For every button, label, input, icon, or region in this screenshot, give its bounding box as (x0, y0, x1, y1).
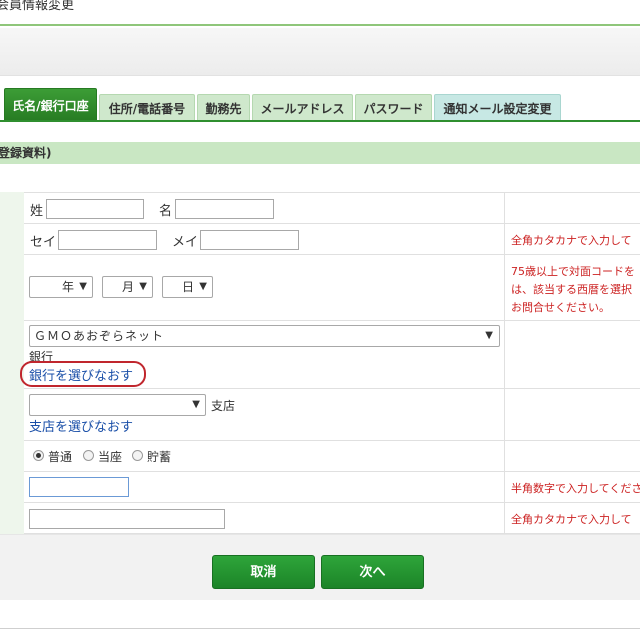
tab-bar: 氏名/銀行口座 住所/電話番号 勤務先 メールアドレス パスワード 通知メール設… (0, 86, 640, 122)
kana-note: 全角カタカナで入力して (511, 234, 632, 247)
bank-selected-value: ＧＭＯあおぞらネット (34, 329, 165, 343)
tab-workplace[interactable]: 勤務先 (197, 94, 250, 122)
tab-name-bank[interactable]: 氏名/銀行口座 (4, 88, 97, 122)
mei-label: 名 (159, 204, 173, 219)
tab-address-phone[interactable]: 住所/電話番号 (99, 94, 195, 122)
branch-note (505, 389, 640, 440)
mei-kana-input[interactable] (200, 230, 299, 250)
tab-password[interactable]: パスワード (355, 94, 432, 122)
form-label-column (0, 192, 24, 534)
button-bar: 取消 次へ (0, 534, 640, 600)
tab-notification-settings[interactable]: 通知メール設定変更 (434, 94, 561, 122)
kana-row: セイ メイ 全角カタカナで入力して (24, 223, 640, 254)
month-label: 月 (121, 280, 134, 294)
next-button[interactable]: 次へ (321, 555, 424, 589)
chevron-down-icon: ▼ (139, 281, 147, 292)
reselect-branch-link[interactable]: 支店を選びなおす (29, 416, 133, 435)
section-heading: 登録資料) (0, 142, 640, 164)
account-type-row: 普通 当座 貯蓄 (24, 440, 640, 471)
year-label: 年 (61, 280, 74, 294)
birth-month-select[interactable]: 月 ▼ (102, 276, 153, 298)
radio-futsu[interactable] (33, 450, 44, 461)
sei-kana-label: セイ (30, 235, 57, 250)
branch-select[interactable]: ▼ (29, 394, 206, 416)
chevron-down-icon: ▼ (485, 330, 494, 341)
birth-year-select[interactable]: 年 ▼ (29, 276, 93, 298)
cancel-button[interactable]: 取消 (212, 555, 315, 589)
name-note (505, 193, 640, 223)
chevron-down-icon: ▼ (192, 399, 200, 410)
birthdate-note: 75歳以上で対面コードを は、該当する西暦を選択 お問合せください。 (511, 265, 635, 314)
bottom-divider (0, 628, 640, 629)
branch-suffix: 支店 (211, 399, 236, 413)
sei-kana-input[interactable] (58, 230, 157, 250)
page-title: 会員情報変更 (0, 0, 75, 13)
sei-label: 姓 (30, 204, 44, 219)
chevron-down-icon: ▼ (199, 281, 207, 292)
account-holder-note: 全角カタカナで入力して (511, 513, 632, 526)
mei-kana-label: メイ (172, 235, 199, 250)
birthdate-row: 年 ▼ 月 ▼ 日 ▼ 75歳以上で対面コードを は、該当する西暦を選択 お問合… (24, 254, 640, 320)
bank-note (505, 321, 640, 388)
bank-select[interactable]: ＧＭＯあおぞらネット ▼ (29, 325, 500, 347)
radio-toza-label: 当座 (98, 450, 123, 464)
tab-underline (0, 120, 640, 122)
radio-chochiku[interactable] (132, 450, 143, 461)
day-label: 日 (181, 280, 194, 294)
radio-toza[interactable] (83, 450, 94, 461)
account-holder-row: 全角カタカナで入力して (24, 502, 640, 534)
account-holder-input[interactable] (29, 509, 225, 529)
radio-chochiku-label: 貯蓄 (147, 450, 172, 464)
name-row: 姓 名 (24, 192, 640, 223)
title-bar: 会員情報変更 (0, 0, 640, 26)
account-number-note: 半角数字で入力してくださ (511, 482, 640, 495)
birth-day-select[interactable]: 日 ▼ (162, 276, 213, 298)
chevron-down-icon: ▼ (79, 281, 87, 292)
sei-input[interactable] (46, 199, 144, 219)
header-band (0, 28, 640, 76)
branch-row: ▼ 支店 支店を選びなおす (24, 388, 640, 440)
highlight-circle (20, 361, 146, 387)
radio-futsu-label: 普通 (48, 450, 73, 464)
mei-input[interactable] (175, 199, 274, 219)
account-type-note (505, 441, 640, 471)
account-number-input[interactable] (29, 477, 129, 497)
account-number-row: 半角数字で入力してくださ (24, 471, 640, 502)
tab-email[interactable]: メールアドレス (252, 94, 353, 122)
